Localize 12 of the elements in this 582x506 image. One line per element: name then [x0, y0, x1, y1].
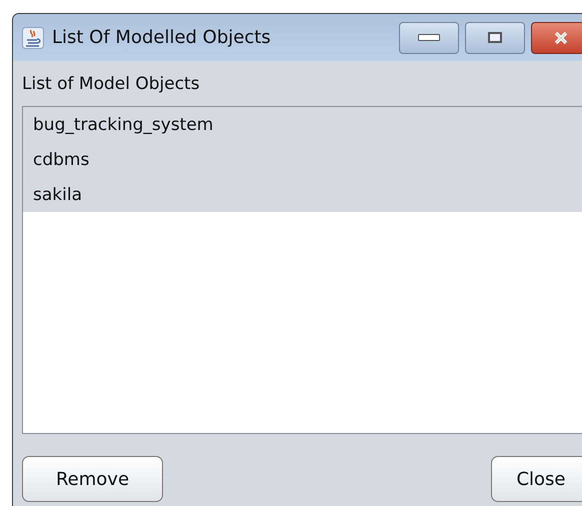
window-title: List Of Modelled Objects	[52, 27, 271, 48]
close-button[interactable]	[531, 22, 582, 54]
close-dialog-button[interactable]: Close	[491, 456, 582, 502]
list-heading: List of Model Objects	[22, 72, 201, 96]
list-item[interactable]: sakila	[23, 177, 582, 212]
list-item[interactable]: cdbms	[23, 142, 582, 177]
maximize-button[interactable]	[465, 22, 525, 54]
object-list[interactable]: bug_tracking_system cdbms sakila	[22, 106, 582, 434]
remove-button[interactable]: Remove	[22, 456, 163, 502]
list-item[interactable]: bug_tracking_system	[23, 107, 582, 142]
minimize-button[interactable]	[399, 22, 459, 54]
coffee-cup-icon	[22, 26, 44, 48]
